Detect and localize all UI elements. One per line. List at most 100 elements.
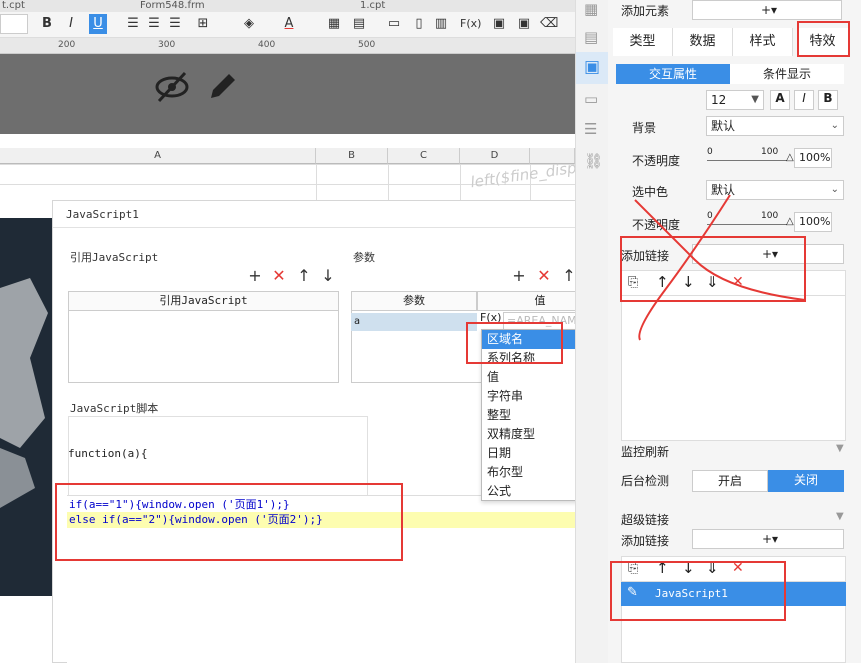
opacity-slider[interactable]: [707, 160, 787, 161]
align-right-icon[interactable]: ☰: [166, 14, 184, 34]
monitor-refresh-label: 监控刷新: [621, 445, 670, 459]
clear-icon[interactable]: ⌫: [540, 14, 558, 34]
param-name-header: 参数: [351, 291, 477, 311]
insert-row-icon[interactable]: ▭: [385, 14, 403, 34]
param-delete-icon[interactable]: ✕: [536, 268, 552, 284]
col-line: [316, 164, 317, 200]
hide-icon[interactable]: [155, 70, 189, 104]
tab-type[interactable]: 类型: [613, 28, 673, 56]
add-link2-button[interactable]: +▾: [692, 529, 844, 549]
delete-icon[interactable]: ✕: [271, 268, 287, 284]
bg-label: 背景: [632, 121, 657, 135]
slider-max: 100: [761, 147, 779, 157]
doc-tab[interactable]: 1.cpt: [360, 0, 385, 11]
bg-check-label: 后台检测: [621, 474, 670, 488]
document-tabs: t.cpt Form548.frm 1.cpt: [0, 0, 575, 12]
wrap-icon[interactable]: ⊞: [194, 14, 212, 34]
font-select[interactable]: [0, 14, 28, 34]
condition-icon[interactable]: ☰: [584, 120, 597, 138]
annotation-box: [55, 483, 403, 561]
insert-col-icon[interactable]: ▯: [410, 14, 428, 34]
column-header-d[interactable]: D: [460, 148, 530, 164]
collapse2-icon[interactable]: ▼: [836, 511, 844, 522]
align-left-icon[interactable]: ☰: [124, 14, 142, 34]
function-signature: function(a){: [68, 447, 148, 460]
sheet-bottom: [0, 596, 52, 663]
merge-icon[interactable]: ▤: [350, 14, 368, 34]
font-size-select[interactable]: 12 ▼: [706, 90, 764, 110]
add-element-label: 添加元素: [621, 4, 670, 18]
component-preview: [0, 54, 575, 134]
col-line: [388, 164, 389, 200]
add-element-button[interactable]: +▾: [692, 0, 842, 20]
border-icon[interactable]: ▦: [325, 14, 343, 34]
tab-style[interactable]: 样式: [733, 28, 793, 56]
font-color-btn[interactable]: A: [770, 90, 790, 110]
subtab-interaction[interactable]: 交互属性: [616, 64, 730, 84]
ruler-mark: 300: [158, 40, 176, 50]
param-row-name[interactable]: a: [351, 313, 477, 331]
bg-value: 默认: [711, 119, 736, 133]
bold-button[interactable]: B: [38, 14, 56, 34]
align-center-icon[interactable]: ☰: [145, 14, 163, 34]
widget-icon[interactable]: ▭: [584, 90, 598, 108]
add-link2-label: 添加链接: [621, 534, 670, 548]
doc-tab[interactable]: t.cpt: [2, 0, 25, 11]
script-title: JavaScript脚本: [70, 402, 159, 415]
chart-attr-icon[interactable]: ▣: [584, 57, 600, 77]
edit-pencil-icon[interactable]: [205, 70, 239, 104]
bg-select[interactable]: 默认 ⌄: [706, 116, 844, 136]
cell-attr-icon[interactable]: ▤: [584, 28, 598, 46]
tab-data[interactable]: 数据: [673, 28, 733, 56]
annotation-box: [797, 21, 850, 57]
params-title: 参数: [353, 251, 375, 264]
toggle-off[interactable]: 关闭: [768, 470, 844, 492]
doc-tab[interactable]: Form548.frm: [140, 0, 205, 11]
annotation-box: [610, 561, 786, 621]
annotation-scribble: [634, 194, 806, 341]
image-icon[interactable]: ▣: [490, 14, 508, 34]
underline-button[interactable]: U: [89, 14, 107, 34]
ref-js-table-header: 引用JavaScript: [68, 291, 339, 311]
font-color-icon[interactable]: A: [280, 14, 298, 34]
column-header-a[interactable]: A: [0, 148, 316, 164]
ruler-mark: 400: [258, 40, 276, 50]
link-icon[interactable]: ⛓: [584, 152, 603, 170]
row-line: [0, 164, 575, 165]
column-header-c[interactable]: C: [388, 148, 460, 164]
dialog-title: JavaScript1: [66, 208, 139, 221]
chart-icon[interactable]: ▥: [432, 14, 450, 34]
side-icon-column: ▦ ▤ ▣ ▭ ☰ ⛓: [575, 0, 609, 663]
move-up-icon[interactable]: ↑: [296, 268, 312, 284]
sheet-top-row: [0, 134, 575, 148]
subtab-condition[interactable]: 条件显示: [730, 64, 844, 84]
bold-btn[interactable]: B: [818, 90, 838, 110]
col-line: [460, 164, 461, 200]
toggle-on[interactable]: 开启: [692, 470, 768, 492]
ref-js-title: 引用JavaScript: [70, 251, 159, 264]
formula-icon[interactable]: F(x): [460, 14, 481, 34]
ruler-mark: 200: [58, 40, 76, 50]
hyperlink-label: 超级链接: [621, 513, 670, 527]
image2-icon[interactable]: ▣: [515, 14, 533, 34]
add-icon[interactable]: +: [247, 268, 263, 284]
slider-min: 0: [707, 147, 713, 157]
slider-handle[interactable]: △: [786, 152, 794, 163]
italic-button[interactable]: I: [62, 14, 80, 34]
opacity-label: 不透明度: [632, 154, 681, 168]
cell-icon[interactable]: ▦: [584, 0, 598, 18]
ruler: 200 300 400 500: [0, 38, 575, 54]
italic-btn[interactable]: I: [794, 90, 814, 110]
toolbar: t.cpt Form548.frm 1.cpt B I U ☰ ☰ ☰ ⊞ ◈ …: [0, 0, 575, 38]
font-size-value: 12: [711, 93, 727, 107]
opacity-input[interactable]: 100%: [794, 148, 832, 168]
param-add-icon[interactable]: +: [511, 268, 527, 284]
column-header-b[interactable]: B: [316, 148, 388, 164]
move-down-icon[interactable]: ↓: [320, 268, 336, 284]
fill-color-icon[interactable]: ◈: [240, 14, 258, 34]
collapse-icon[interactable]: ▼: [836, 443, 844, 454]
map-visual: [0, 218, 52, 596]
ref-js-table[interactable]: [68, 311, 339, 383]
ruler-mark: 500: [358, 40, 376, 50]
dialog-divider: [53, 227, 623, 228]
